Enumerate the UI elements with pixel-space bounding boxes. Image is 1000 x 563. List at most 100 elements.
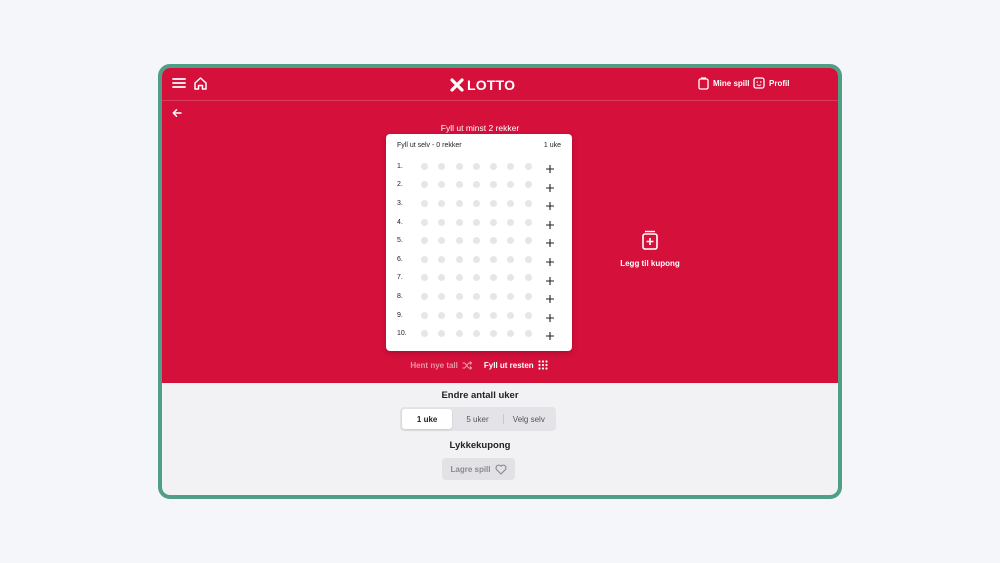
empty-number-dot bbox=[507, 181, 515, 189]
plus-icon[interactable] bbox=[545, 310, 555, 322]
plus-icon[interactable] bbox=[545, 273, 555, 285]
new-numbers-button[interactable]: Hent nye tall bbox=[410, 360, 472, 370]
empty-number-dot bbox=[472, 237, 480, 245]
empty-number-dot bbox=[490, 330, 498, 338]
lotto-panel: LOTTO Mine spill Profil Fyll ut minst 2 … bbox=[162, 68, 838, 383]
empty-number-dot bbox=[421, 218, 428, 226]
profile-label: Profil bbox=[769, 78, 790, 88]
my-games-label: Mine spill bbox=[713, 79, 750, 88]
plus-icon[interactable] bbox=[545, 291, 555, 304]
plus-icon[interactable] bbox=[545, 198, 555, 211]
empty-number-dot bbox=[438, 274, 446, 282]
ticket-row: 5. bbox=[397, 231, 565, 250]
empty-number-dot bbox=[490, 181, 498, 189]
ticket-rows: 1. 2. 3. 4. 5. 6. 7. 8. 9. 10. bbox=[397, 157, 565, 343]
plus-icon[interactable] bbox=[545, 254, 555, 266]
empty-number-dot bbox=[524, 255, 532, 263]
empty-number-dot bbox=[438, 218, 446, 226]
app-window: LOTTO Mine spill Profil Fyll ut minst 2 … bbox=[158, 64, 842, 499]
empty-number-dot bbox=[507, 292, 515, 300]
ticket-row: 7. bbox=[397, 269, 565, 288]
empty-number-dot bbox=[421, 162, 428, 170]
empty-number-dot bbox=[421, 292, 428, 300]
empty-number-dot bbox=[455, 255, 463, 263]
empty-number-dot bbox=[490, 292, 498, 300]
ticket-row: 3. bbox=[397, 194, 565, 213]
grid-icon bbox=[538, 360, 548, 370]
empty-number-dot bbox=[438, 237, 446, 245]
add-coupon-button[interactable]: Legg til kupong bbox=[614, 230, 686, 271]
lotto-x-icon bbox=[450, 77, 464, 92]
empty-number-dot bbox=[438, 330, 446, 338]
empty-number-dot bbox=[438, 199, 446, 207]
ticket-row: 4. bbox=[397, 213, 565, 232]
top-bar: LOTTO Mine spill Profil bbox=[162, 68, 838, 101]
ticket-row: 10. bbox=[397, 324, 565, 343]
row-number: 2. bbox=[397, 181, 403, 189]
empty-number-dot bbox=[421, 330, 428, 338]
weeks-option-custom[interactable]: Velg selv bbox=[504, 409, 554, 429]
empty-number-dot bbox=[472, 274, 480, 282]
empty-number-dot bbox=[524, 218, 532, 226]
empty-number-dot bbox=[455, 218, 463, 226]
empty-number-dot bbox=[421, 311, 428, 319]
ticket-actions: Hent nye tall Fyll ut resten bbox=[386, 360, 572, 370]
empty-number-dot bbox=[507, 218, 515, 226]
plus-icon[interactable] bbox=[545, 180, 555, 192]
ticket-row: 8. bbox=[397, 287, 565, 306]
fill-rest-button[interactable]: Fyll ut resten bbox=[484, 360, 548, 370]
add-coupon-label: Legg til kupong bbox=[620, 259, 680, 268]
plus-icon[interactable] bbox=[545, 217, 555, 229]
card-header: Fyll ut selv - 0 rekker 1 uke bbox=[397, 142, 561, 149]
empty-number-dot bbox=[524, 274, 532, 282]
empty-number-dot bbox=[490, 162, 498, 170]
ticket-row: 2. bbox=[397, 176, 565, 195]
home-icon[interactable] bbox=[193, 76, 209, 92]
save-game-button[interactable]: Lagre spill bbox=[442, 458, 515, 480]
row-number: 5. bbox=[397, 237, 403, 245]
empty-number-dot bbox=[472, 162, 480, 170]
empty-number-dot bbox=[421, 199, 428, 207]
empty-number-dot bbox=[524, 181, 532, 189]
plus-icon[interactable] bbox=[545, 161, 555, 173]
empty-number-dot bbox=[472, 292, 480, 300]
plus-icon[interactable] bbox=[545, 328, 555, 341]
card-weeks: 1 uke bbox=[543, 142, 561, 149]
empty-number-dot bbox=[455, 237, 463, 245]
card-title: Fyll ut selv - 0 rekker bbox=[397, 142, 462, 149]
weeks-section-title: Endre antall uker bbox=[441, 390, 519, 401]
empty-number-dot bbox=[455, 181, 463, 189]
shuffle-icon bbox=[462, 360, 472, 370]
empty-number-dot bbox=[490, 311, 498, 319]
empty-number-dot bbox=[472, 330, 480, 338]
row-number: 3. bbox=[397, 199, 403, 207]
empty-number-dot bbox=[455, 274, 463, 282]
empty-number-dot bbox=[438, 181, 446, 189]
empty-number-dot bbox=[455, 199, 463, 207]
empty-number-dot bbox=[507, 311, 515, 319]
my-games-link[interactable]: Mine spill bbox=[698, 77, 749, 90]
weeks-option-1[interactable]: 1 uke bbox=[402, 409, 453, 429]
lotto-logo[interactable]: LOTTO bbox=[450, 76, 515, 93]
empty-number-dot bbox=[455, 330, 463, 338]
empty-number-dot bbox=[421, 255, 428, 263]
profile-link[interactable]: Profil bbox=[753, 77, 789, 89]
empty-number-dot bbox=[438, 292, 446, 300]
empty-number-dot bbox=[524, 162, 532, 170]
logo-text: LOTTO bbox=[467, 76, 516, 93]
empty-number-dot bbox=[524, 330, 532, 338]
plus-icon[interactable] bbox=[545, 235, 555, 248]
empty-number-dot bbox=[490, 199, 498, 207]
menu-icon[interactable] bbox=[172, 76, 188, 92]
empty-number-dot bbox=[472, 218, 480, 226]
add-coupon-icon bbox=[642, 230, 658, 250]
weeks-option-5[interactable]: 5 uker bbox=[452, 409, 502, 429]
empty-number-dot bbox=[507, 274, 515, 282]
ticket-row: 6. bbox=[397, 250, 565, 269]
row-number: 10. bbox=[397, 330, 407, 338]
empty-number-dot bbox=[490, 218, 498, 226]
back-arrow-icon[interactable] bbox=[171, 106, 183, 118]
new-numbers-label: Hent nye tall bbox=[410, 360, 458, 370]
empty-number-dot bbox=[438, 255, 446, 263]
empty-number-dot bbox=[421, 181, 428, 189]
